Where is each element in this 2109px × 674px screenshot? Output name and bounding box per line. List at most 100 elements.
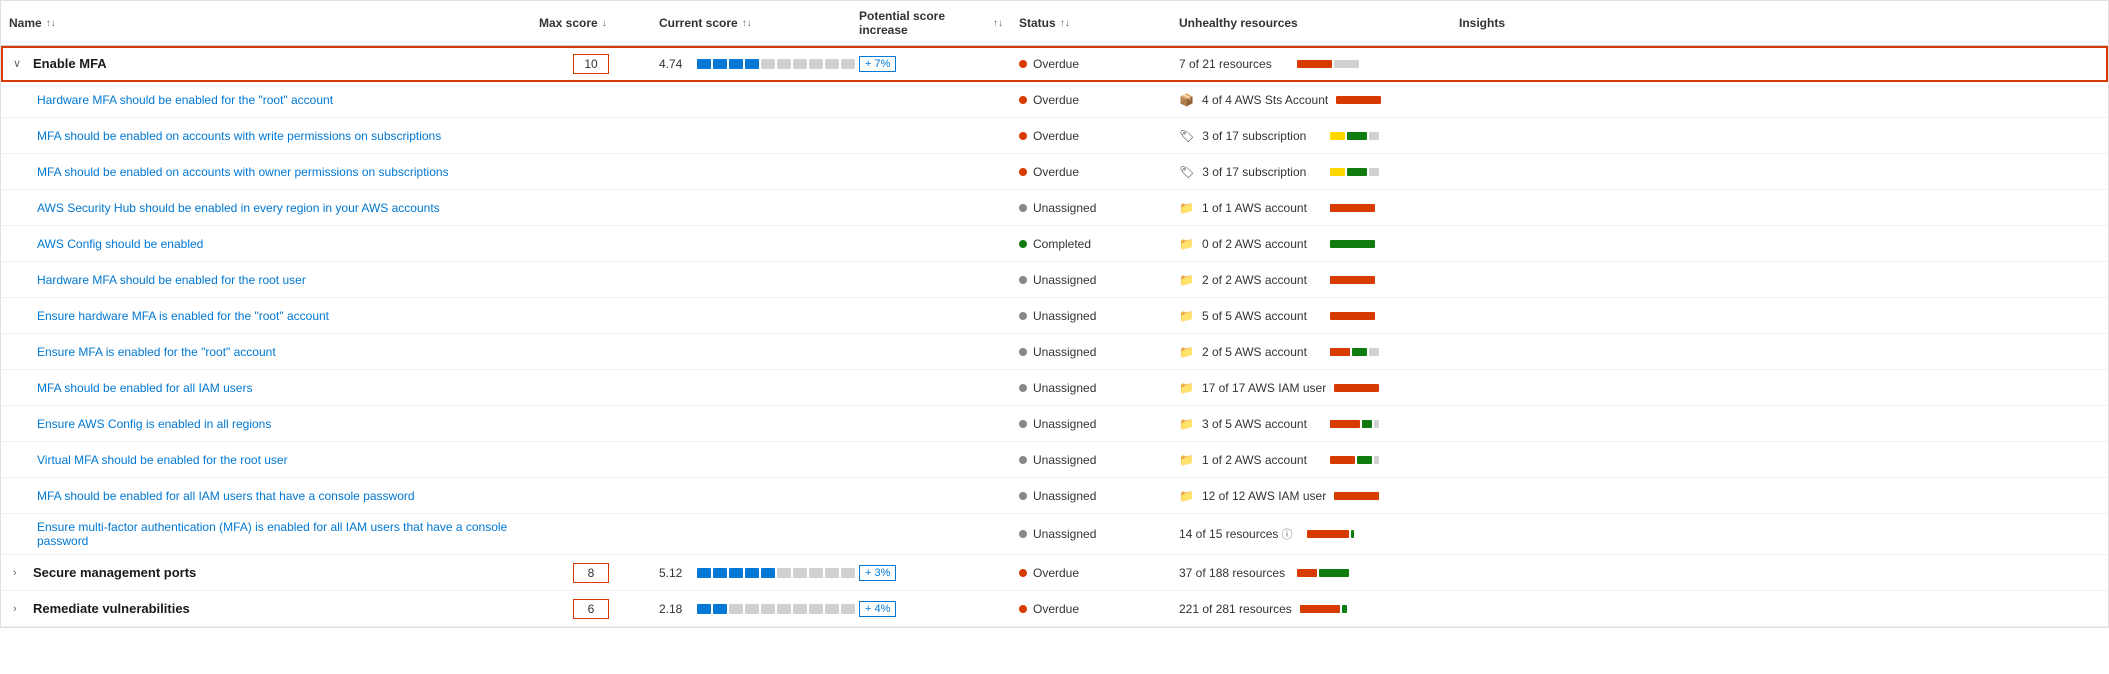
section-row[interactable]: ›Remediate vulnerabilities62.18+ 4%Overd… <box>1 591 2108 627</box>
uhbar-yellow <box>1330 168 1345 176</box>
score-bar-empty <box>825 568 839 578</box>
child-icon: 📦 <box>1179 93 1194 107</box>
child-name-link[interactable]: Hardware MFA should be enabled for the r… <box>37 273 306 287</box>
child-status-dot <box>1019 204 1027 212</box>
child-name-link[interactable]: Ensure hardware MFA is enabled for the "… <box>37 309 329 323</box>
info-icon[interactable]: ⓘ <box>1278 529 1292 541</box>
unhealthy-bars <box>1300 605 1443 613</box>
uhbar-red <box>1330 276 1375 284</box>
score-bar-empty <box>825 59 839 69</box>
child-name-link[interactable]: Ensure AWS Config is enabled in all regi… <box>37 417 271 431</box>
child-icon: 📁 <box>1179 417 1194 431</box>
section-name-cell: › Secure management ports <box>1 559 531 586</box>
child-row[interactable]: Ensure multi-factor authentication (MFA)… <box>1 514 2108 555</box>
score-bars-row <box>697 59 855 69</box>
col-name[interactable]: Name ↑↓ <box>1 16 531 30</box>
child-name-link[interactable]: Ensure multi-factor authentication (MFA)… <box>37 520 523 548</box>
child-unhealthy-text: 5 of 5 AWS account <box>1202 309 1322 323</box>
child-status-dot <box>1019 456 1027 464</box>
child-status-cell: Overdue <box>1011 129 1171 143</box>
uhbar-green <box>1357 456 1372 464</box>
child-unhealthy-cell: 📁17 of 17 AWS IAM user <box>1171 381 1451 395</box>
potential-sort-icon[interactable]: ↑↓ <box>993 18 1003 29</box>
child-name-link[interactable]: MFA should be enabled on accounts with o… <box>37 165 449 179</box>
child-status-cell: Unassigned <box>1011 345 1171 359</box>
child-name-link[interactable]: MFA should be enabled for all IAM users … <box>37 489 415 503</box>
child-row[interactable]: MFA should be enabled on accounts with o… <box>1 154 2108 190</box>
child-unhealthy-text: 17 of 17 AWS IAM user <box>1202 381 1326 395</box>
child-status-dot <box>1019 384 1027 392</box>
child-row[interactable]: Ensure AWS Config is enabled in all regi… <box>1 406 2108 442</box>
child-row[interactable]: MFA should be enabled for all IAM users … <box>1 478 2108 514</box>
name-sort-icon[interactable]: ↑↓ <box>46 18 56 29</box>
col-current-score: Current score ↑↓ <box>651 16 851 30</box>
section-name-cell: ∨Enable MFA <box>1 50 531 77</box>
child-row[interactable]: Ensure hardware MFA is enabled for the "… <box>1 298 2108 334</box>
score-bars-row <box>697 604 855 614</box>
collapse-icon[interactable]: ∨ <box>13 57 27 70</box>
child-unhealthy-cell: 🏷3 of 17 subscription <box>1171 165 1451 179</box>
current-score-cell: 5.12 <box>651 566 851 580</box>
score-bar-filled <box>729 568 743 578</box>
child-unhealthy-text: 12 of 12 AWS IAM user <box>1202 489 1326 503</box>
child-row[interactable]: MFA should be enabled for all IAM users U… <box>1 370 2108 406</box>
table-header: Name ↑↓ Max score ↓ Current score ↑↓ Pot… <box>1 1 2108 46</box>
current-score-sort-icon[interactable]: ↑↓ <box>742 18 752 29</box>
child-row[interactable]: Hardware MFA should be enabled for the r… <box>1 262 2108 298</box>
child-icon: 📁 <box>1179 309 1194 323</box>
section-name-label: Remediate vulnerabilities <box>33 601 190 616</box>
child-name-link[interactable]: AWS Security Hub should be enabled in ev… <box>37 201 440 215</box>
uhbar-red <box>1330 312 1375 320</box>
child-status-text: Completed <box>1033 237 1091 251</box>
col-max-score: Max score ↓ <box>531 16 651 30</box>
col-unhealthy: Unhealthy resources <box>1171 16 1451 30</box>
section-row[interactable]: ›Secure management ports85.12+ 3%Overdue… <box>1 555 2108 591</box>
child-name-cell: AWS Security Hub should be enabled in ev… <box>1 195 531 221</box>
child-icon: 🏷 <box>1179 165 1194 179</box>
child-status-cell: Unassigned <box>1011 527 1171 541</box>
potential-box: + 3% <box>859 565 896 581</box>
expand-icon[interactable]: › <box>13 567 27 579</box>
child-name-cell: Ensure AWS Config is enabled in all regi… <box>1 411 531 437</box>
child-row[interactable]: AWS Config should be enabled Completed 📁0 … <box>1 226 2108 262</box>
section-row[interactable]: ∨Enable MFA104.74+ 7%Overdue7 of 21 reso… <box>1 46 2108 82</box>
child-status-text: Unassigned <box>1033 381 1096 395</box>
child-icon: 📁 <box>1179 345 1194 359</box>
score-bar-empty <box>825 604 839 614</box>
child-row[interactable]: Virtual MFA should be enabled for the ro… <box>1 442 2108 478</box>
potential-cell: + 4% <box>851 601 1011 617</box>
child-icon: 📁 <box>1179 453 1194 467</box>
uhbar-green <box>1352 348 1367 356</box>
child-status-cell: Unassigned <box>1011 273 1171 287</box>
child-status-dot <box>1019 420 1027 428</box>
child-name-link[interactable]: Virtual MFA should be enabled for the ro… <box>37 453 288 467</box>
child-unhealthy-cell: 📁2 of 5 AWS account <box>1171 345 1451 359</box>
unhealthy-bars <box>1330 312 1443 320</box>
child-name-link[interactable]: AWS Config should be enabled <box>37 237 203 251</box>
status-text: Overdue <box>1033 566 1079 580</box>
child-status-dot <box>1019 312 1027 320</box>
child-name-link[interactable]: MFA should be enabled for all IAM users <box>37 381 252 395</box>
unhealthy-bars <box>1330 348 1443 356</box>
child-status-cell: Overdue <box>1011 165 1171 179</box>
uhbar-red <box>1330 204 1375 212</box>
max-score-sort-icon[interactable]: ↓ <box>602 18 607 29</box>
potential-cell: + 3% <box>851 565 1011 581</box>
child-row[interactable]: MFA should be enabled on accounts with w… <box>1 118 2108 154</box>
uhbar-red <box>1307 530 1349 538</box>
unhealthy-bars <box>1330 240 1443 248</box>
child-name-link[interactable]: Hardware MFA should be enabled for the "… <box>37 93 333 107</box>
child-icon: 📁 <box>1179 489 1194 503</box>
child-name-link[interactable]: Ensure MFA is enabled for the "root" acc… <box>37 345 276 359</box>
child-status-text: Overdue <box>1033 93 1079 107</box>
status-sort-icon[interactable]: ↑↓ <box>1060 18 1070 29</box>
child-unhealthy-cell: 📁0 of 2 AWS account <box>1171 237 1451 251</box>
child-row[interactable]: Hardware MFA should be enabled for the "… <box>1 82 2108 118</box>
child-row[interactable]: Ensure MFA is enabled for the "root" acc… <box>1 334 2108 370</box>
uhbar-gray <box>1369 168 1379 176</box>
section-name-label: Secure management ports <box>33 565 196 580</box>
child-row[interactable]: AWS Security Hub should be enabled in ev… <box>1 190 2108 226</box>
child-status-dot <box>1019 240 1027 248</box>
child-name-link[interactable]: MFA should be enabled on accounts with w… <box>37 129 441 143</box>
expand-icon[interactable]: › <box>13 603 27 615</box>
